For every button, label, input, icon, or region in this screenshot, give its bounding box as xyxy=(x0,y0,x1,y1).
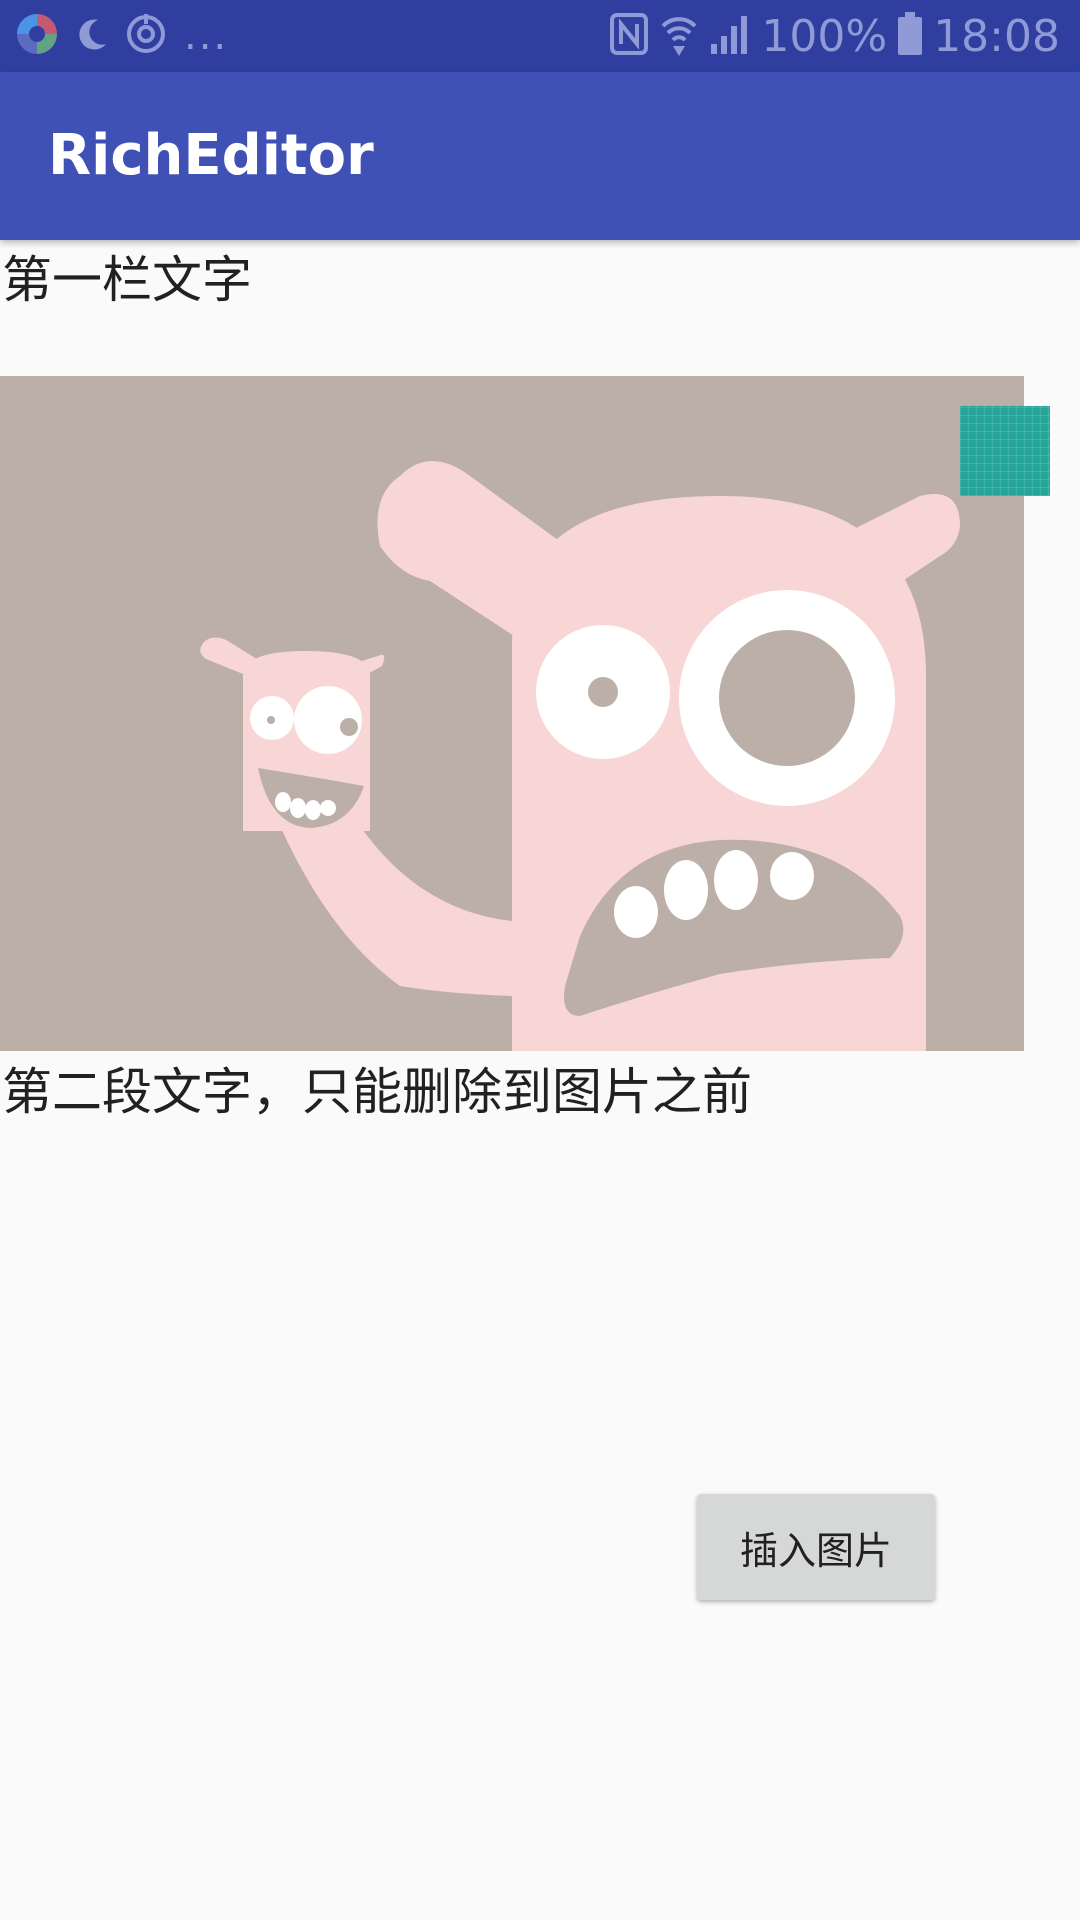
monster-illustration xyxy=(0,376,1024,1051)
editor-paragraph-2[interactable]: 第二段文字，只能删除到图片之前 xyxy=(2,1062,752,1122)
wifi-icon xyxy=(659,12,699,60)
app-title: RichEditor xyxy=(48,123,374,188)
sync-icon xyxy=(124,12,168,60)
battery-icon xyxy=(897,12,923,60)
nfc-icon xyxy=(609,12,649,60)
signal-icon xyxy=(709,14,751,58)
status-bar: ... 100% 18:08 xyxy=(0,0,1080,72)
app-bar: RichEditor xyxy=(0,72,1080,240)
editor-paragraph-1[interactable]: 第一栏文字 xyxy=(2,250,252,310)
status-bar-right: 100% 18:08 xyxy=(609,10,1060,62)
clock: 18:08 xyxy=(933,10,1060,62)
insert-image-button-label: 插入图片 xyxy=(739,1528,892,1573)
image-handle[interactable] xyxy=(960,406,1050,496)
moon-icon xyxy=(72,14,112,58)
app-icon xyxy=(14,11,60,61)
overflow-indicator: ... xyxy=(184,13,229,59)
status-bar-left: ... xyxy=(14,10,228,62)
insert-image-button[interactable]: 插入图片 xyxy=(697,1494,935,1600)
inserted-image[interactable] xyxy=(0,376,1024,1051)
battery-percent: 100% xyxy=(761,10,888,62)
